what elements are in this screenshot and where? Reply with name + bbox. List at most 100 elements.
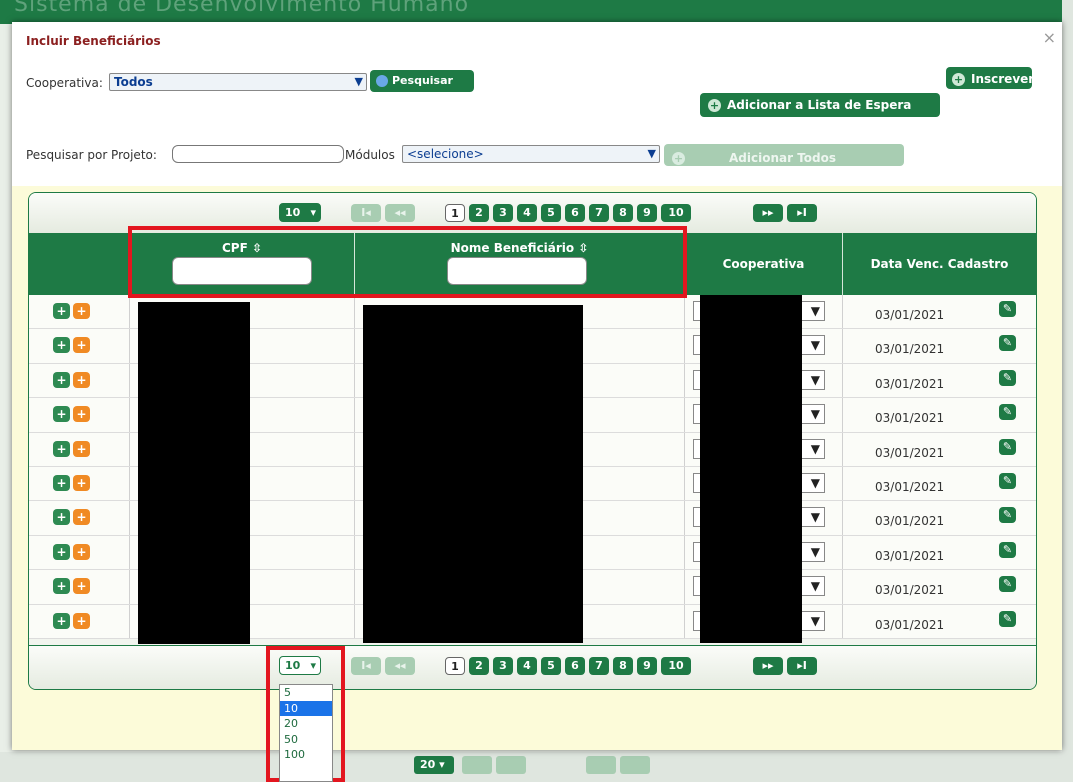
page-9-button[interactable]: 9 (637, 657, 657, 675)
chevron-down-icon: ▼ (810, 475, 820, 490)
next-page-button[interactable]: ▸▸ (753, 204, 783, 222)
edit-icon[interactable]: ✎ (999, 369, 1016, 386)
edit-icon[interactable]: ✎ (999, 576, 1016, 593)
page-size-option[interactable]: 100 (280, 747, 332, 763)
modulos-label: Módulos (345, 148, 395, 162)
page-7-button[interactable]: 7 (589, 657, 609, 675)
chevron-down-icon: ▼ (810, 441, 820, 456)
add-row-icon[interactable]: + (53, 303, 70, 319)
chevron-down-icon: ▼ (810, 579, 820, 594)
edit-icon[interactable]: ✎ (999, 610, 1016, 627)
adicionar-todos-button[interactable]: + Adicionar Todos (664, 144, 904, 166)
redacted-name-values (363, 305, 583, 643)
first-page-button[interactable]: I◂ (351, 657, 381, 675)
cooperativa-select[interactable]: Todos ▼ (109, 73, 367, 91)
page-8-button[interactable]: 8 (613, 204, 633, 222)
background-header: Sistema de Desenvolvimento Humano (0, 0, 1073, 24)
background-right-edge (1062, 0, 1073, 782)
prev-page-button[interactable]: ◂◂ (385, 204, 415, 222)
page-4-button[interactable]: 4 (517, 657, 537, 675)
waitlist-row-icon[interactable]: + (73, 440, 90, 457)
page-9-button[interactable]: 9 (637, 204, 657, 222)
background-prev-page-button (496, 756, 526, 774)
page-size-select-top[interactable]: 10 ▾ (279, 203, 321, 222)
page-10-button[interactable]: 10 (661, 204, 691, 222)
background-page-size-select: 20 ▾ (414, 756, 454, 774)
last-page-button[interactable]: ▸I (787, 204, 817, 222)
close-icon[interactable]: × (1043, 28, 1056, 47)
prev-page-button[interactable]: ◂◂ (385, 657, 415, 675)
add-row-icon[interactable]: + (53, 406, 70, 423)
page-2-button[interactable]: 2 (469, 204, 489, 222)
waitlist-row-icon[interactable]: + (73, 612, 90, 629)
page-size-option[interactable]: 20 (280, 716, 332, 732)
edit-icon[interactable]: ✎ (999, 301, 1016, 317)
cooperativa-column-header: Cooperativa (684, 233, 842, 295)
projeto-search-input[interactable] (172, 145, 344, 163)
edit-icon[interactable]: ✎ (999, 541, 1016, 558)
background-pager: 20 ▾ (0, 752, 1073, 782)
add-row-icon[interactable]: + (53, 612, 70, 629)
page-size-option[interactable]: 10 (280, 700, 332, 716)
waitlist-row-icon[interactable]: + (73, 303, 90, 319)
page-10-button[interactable]: 10 (661, 657, 691, 675)
add-row-icon[interactable]: + (53, 337, 70, 354)
row-date: 03/01/2021 (875, 514, 945, 529)
waitlist-row-icon[interactable]: + (73, 509, 90, 526)
background-title: Sistema de Desenvolvimento Humano (14, 0, 470, 17)
redacted-cpf-values (138, 302, 250, 644)
first-page-button[interactable]: I◂ (351, 204, 381, 222)
page-4-button[interactable]: 4 (517, 204, 537, 222)
waitlist-row-icon[interactable]: + (73, 543, 90, 560)
redacted-cooperativa-values (700, 295, 802, 643)
page-6-button[interactable]: 6 (565, 657, 585, 675)
page-5-button[interactable]: 5 (541, 204, 561, 222)
row-date: 03/01/2021 (875, 479, 945, 494)
modal-title: Incluir Beneficiários (26, 34, 161, 48)
chevron-down-icon: ▼ (810, 544, 820, 559)
pesquisar-button-label: Pesquisar (392, 74, 453, 87)
add-row-icon[interactable]: + (53, 578, 70, 595)
add-row-icon[interactable]: + (53, 543, 70, 560)
modulos-select[interactable]: <selecione> ▼ (402, 145, 660, 163)
page-2-button[interactable]: 2 (469, 657, 489, 675)
chevron-down-icon: ▼ (810, 338, 820, 353)
edit-icon[interactable]: ✎ (999, 335, 1016, 352)
page-1-button[interactable]: 1 (445, 204, 465, 222)
page-1-button[interactable]: 1 (445, 657, 465, 675)
search-icon (376, 75, 388, 87)
edit-icon[interactable]: ✎ (999, 472, 1016, 489)
chevron-down-icon: ▼ (810, 407, 820, 422)
page-size-option[interactable]: 5 (280, 685, 332, 701)
last-page-button[interactable]: ▸I (787, 657, 817, 675)
page-3-button[interactable]: 3 (493, 204, 513, 222)
adicionar-lista-espera-button[interactable]: + Adicionar a Lista de Espera (700, 93, 940, 117)
add-row-icon[interactable]: + (53, 509, 70, 526)
edit-icon[interactable]: ✎ (999, 404, 1016, 421)
waitlist-row-icon[interactable]: + (73, 578, 90, 595)
chevron-down-icon: ▼ (810, 372, 820, 387)
add-row-icon[interactable]: + (53, 440, 70, 457)
waitlist-row-icon[interactable]: + (73, 371, 90, 388)
modulos-select-value: <selecione> (407, 147, 484, 161)
waitlist-row-icon[interactable]: + (73, 337, 90, 354)
waitlist-row-icon[interactable]: + (73, 474, 90, 491)
page-5-button[interactable]: 5 (541, 657, 561, 675)
add-row-icon[interactable]: + (53, 474, 70, 491)
row-date: 03/01/2021 (875, 583, 945, 598)
waitlist-row-icon[interactable]: + (73, 406, 90, 423)
edit-icon[interactable]: ✎ (999, 507, 1016, 524)
page-7-button[interactable]: 7 (589, 204, 609, 222)
page-6-button[interactable]: 6 (565, 204, 585, 222)
row-date: 03/01/2021 (875, 445, 945, 460)
page-size-option[interactable]: 50 (280, 732, 332, 748)
next-page-button[interactable]: ▸▸ (753, 657, 783, 675)
inscrever-button[interactable]: + Inscrever (946, 67, 1034, 89)
add-row-icon[interactable]: + (53, 371, 70, 388)
edit-icon[interactable]: ✎ (999, 438, 1016, 455)
adicionar-todos-label: Adicionar Todos (729, 151, 837, 165)
page-8-button[interactable]: 8 (613, 657, 633, 675)
cooperativa-header-label: Cooperativa (722, 257, 805, 271)
page-3-button[interactable]: 3 (493, 657, 513, 675)
pesquisar-button[interactable]: Pesquisar (370, 70, 474, 92)
